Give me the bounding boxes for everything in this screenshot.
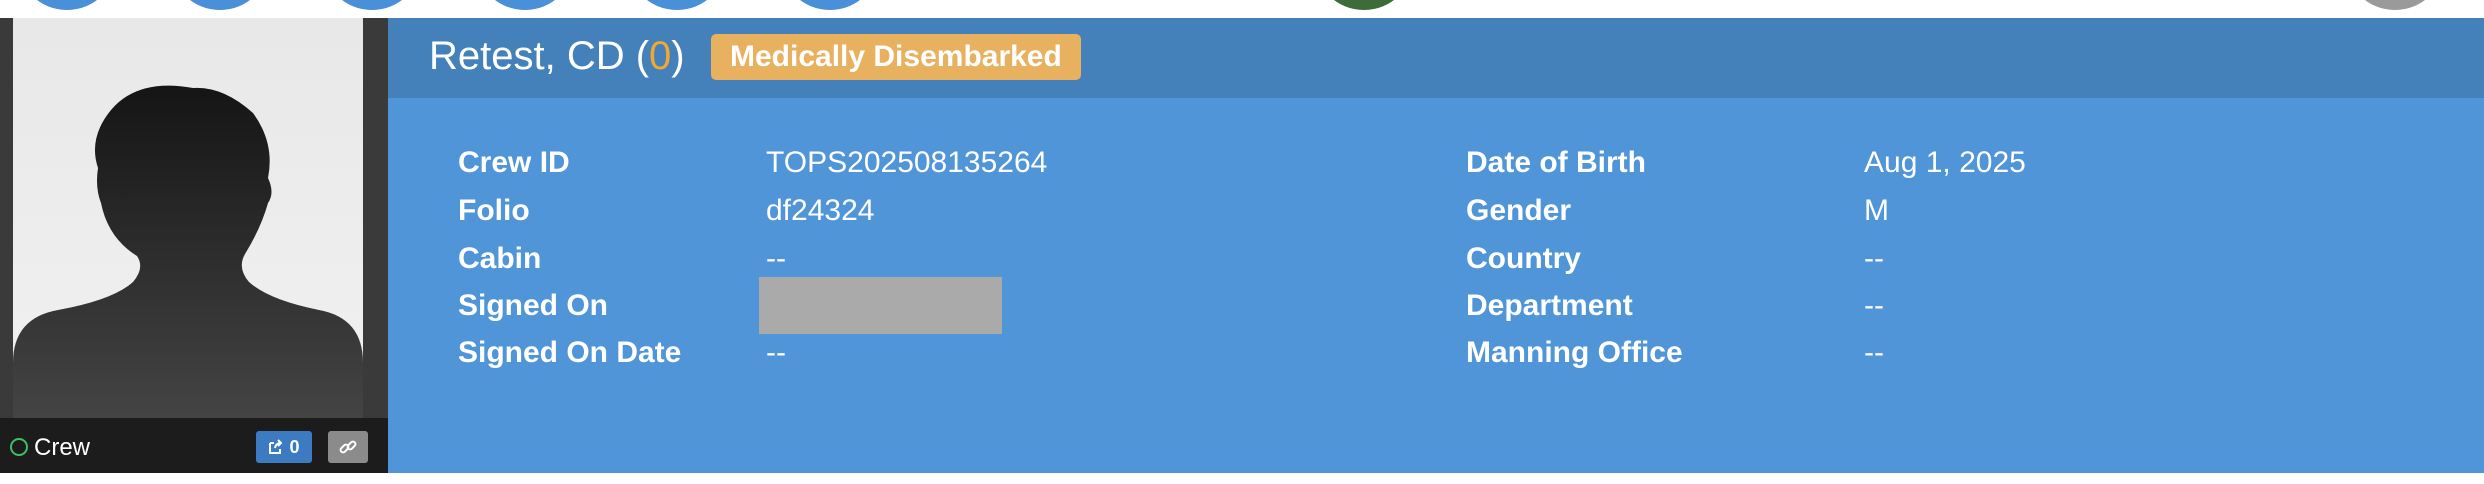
cabin-value: --: [766, 242, 786, 275]
department-value: --: [1864, 289, 1884, 322]
bottom-divider: [0, 473, 2484, 484]
date-of-birth-value: Aug 1, 2025: [1864, 146, 2026, 179]
cabin-label: Cabin: [458, 242, 542, 275]
crew-detail-panel: Retest, CD (0) Medically Disembarked Cre…: [388, 18, 2484, 473]
avatar-circle[interactable]: [780, 0, 880, 10]
country-value: --: [1864, 242, 1884, 275]
date-of-birth-label: Date of Birth: [1466, 146, 1646, 179]
person-silhouette-icon: [13, 85, 363, 418]
signed-on-label: Signed On: [458, 289, 608, 322]
avatar-circle[interactable]: [322, 0, 422, 10]
share-button[interactable]: 0: [256, 431, 312, 463]
manning-office-value: --: [1864, 336, 1884, 369]
crew-id-value: TOPS202508135264: [766, 146, 1048, 179]
gender-value: M: [1864, 194, 1889, 227]
link-icon: [339, 440, 357, 454]
crew-id-label: Crew ID: [458, 146, 570, 179]
folio-label: Folio: [458, 194, 530, 227]
top-avatar-strip: [0, 0, 2484, 18]
crew-photo-footer: Crew 0: [0, 418, 388, 473]
country-label: Country: [1466, 242, 1581, 275]
share-count: 0: [289, 436, 300, 457]
signed-on-value-redacted: [759, 277, 1002, 334]
signed-on-date-value: --: [766, 336, 786, 369]
avatar-circle[interactable]: [1314, 0, 1414, 10]
folio-value: df24324: [766, 194, 875, 227]
avatar-circle[interactable]: [2345, 0, 2445, 10]
crew-count: 0: [649, 34, 672, 78]
crew-type-label: Crew: [34, 434, 91, 461]
avatar-circle[interactable]: [475, 0, 575, 10]
crew-name: Retest, CD (0): [429, 34, 685, 78]
manning-office-label: Manning Office: [1466, 336, 1683, 369]
share-icon: [269, 439, 283, 454]
online-status-icon: [10, 438, 28, 456]
crew-photo-card: Crew 0: [0, 18, 388, 473]
copy-link-button[interactable]: [328, 431, 368, 463]
avatar-circle[interactable]: [627, 0, 727, 10]
gender-label: Gender: [1466, 194, 1572, 227]
signed-on-date-label: Signed On Date: [458, 336, 682, 369]
avatar-circle[interactable]: [170, 0, 270, 10]
status-badge: Medically Disembarked: [711, 34, 1081, 80]
crew-header: Retest, CD (0) Medically Disembarked: [388, 18, 2484, 98]
avatar-circle[interactable]: [17, 0, 117, 10]
crew-name-text: Retest, CD: [429, 34, 625, 78]
department-label: Department: [1466, 289, 1633, 322]
crew-photo[interactable]: [13, 18, 363, 418]
